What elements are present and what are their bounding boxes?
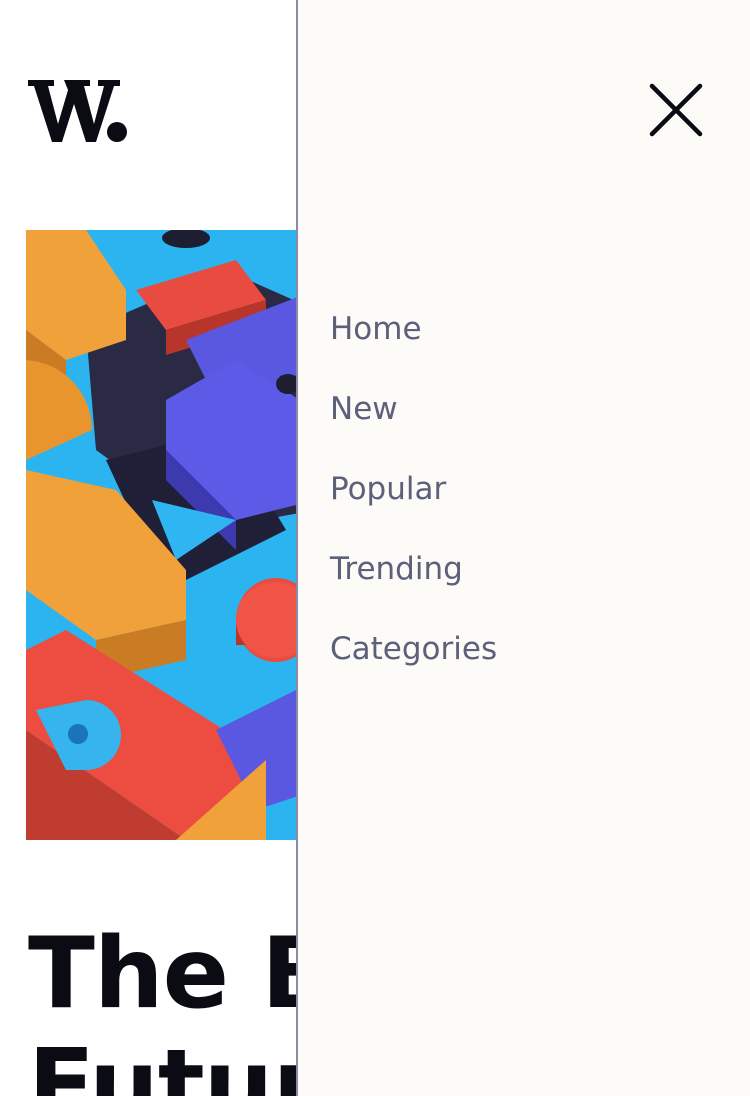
menu-item-home[interactable]: Home [330,300,497,380]
drawer-menu: Home New Popular Trending Categories [330,300,497,700]
page: The B Futur Home New Popular Trending Ca… [0,0,750,1096]
menu-item-trending[interactable]: Trending [330,540,497,620]
wordmark-w-logo [28,80,127,142]
navigation-drawer: Home New Popular Trending Categories [296,0,750,1096]
close-icon [649,83,703,137]
hero-image[interactable] [26,230,316,840]
site-logo[interactable] [28,78,128,144]
menu-item-categories[interactable]: Categories [330,620,497,700]
menu-item-popular[interactable]: Popular [330,460,497,540]
menu-item-new[interactable]: New [330,380,497,460]
abstract-3d-blocks-illustration [26,230,316,840]
close-menu-button[interactable] [646,80,706,140]
